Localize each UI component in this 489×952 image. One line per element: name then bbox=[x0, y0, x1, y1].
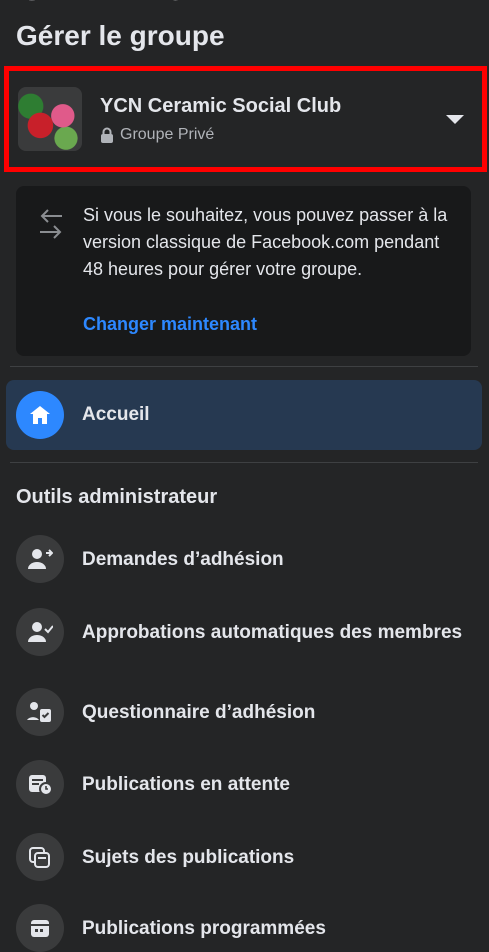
group-privacy-label: Groupe Privé bbox=[120, 125, 215, 143]
post-clock-icon bbox=[16, 760, 64, 808]
tool-item-label: Sujets des publications bbox=[82, 846, 295, 868]
tool-item-label: Demandes d’adhésion bbox=[82, 548, 284, 570]
divider bbox=[10, 366, 478, 367]
group-name: YCN Ceramic Social Club bbox=[100, 94, 342, 117]
classic-version-notice: Si vous le souhaitez, vous pouvez passer… bbox=[16, 186, 471, 356]
tool-item-label: Approbations automatiques des membres bbox=[82, 621, 463, 643]
calendar-icon bbox=[16, 904, 64, 952]
switch-now-link[interactable]: Changer maintenant bbox=[83, 314, 257, 335]
group-avatar bbox=[18, 87, 82, 151]
nav-item-home-label: Accueil bbox=[82, 404, 150, 425]
tool-item-label: Publications programmées bbox=[82, 917, 326, 939]
cut-off-title: GÉRER NOTE bbox=[20, 0, 228, 8]
tool-item-label: Questionnaire d’adhésion bbox=[82, 701, 316, 723]
person-add-icon bbox=[16, 535, 64, 583]
tool-item-membership-requests[interactable]: Demandes d’adhésion bbox=[16, 535, 476, 583]
person-check-icon bbox=[16, 608, 64, 656]
tool-item-pending-posts[interactable]: Publications en attente bbox=[16, 760, 476, 808]
divider bbox=[10, 462, 478, 463]
tool-item-post-topics[interactable]: Sujets des publications bbox=[16, 833, 476, 881]
tool-item-label: Publications en attente bbox=[82, 773, 290, 795]
tool-item-membership-questions[interactable]: Questionnaire d’adhésion bbox=[16, 688, 476, 736]
stacked-posts-icon bbox=[16, 833, 64, 881]
person-clipboard-icon bbox=[16, 688, 64, 736]
notice-text: Si vous le souhaitez, vous pouvez passer… bbox=[83, 205, 448, 279]
tool-item-scheduled-posts[interactable]: Publications programmées bbox=[16, 904, 476, 952]
swap-arrows-icon bbox=[40, 209, 62, 239]
nav-item-home[interactable]: Accueil bbox=[6, 380, 482, 450]
page-title: Gérer le groupe bbox=[16, 20, 225, 51]
home-icon bbox=[16, 391, 64, 439]
lock-icon bbox=[101, 127, 113, 143]
admin-tools-title: Outils administrateur bbox=[16, 486, 218, 508]
group-switcher[interactable]: YCN Ceramic Social Club Groupe Privé bbox=[4, 66, 487, 172]
chevron-down-icon[interactable] bbox=[446, 114, 464, 124]
tool-item-auto-approvals[interactable]: Approbations automatiques des membres bbox=[16, 608, 476, 656]
